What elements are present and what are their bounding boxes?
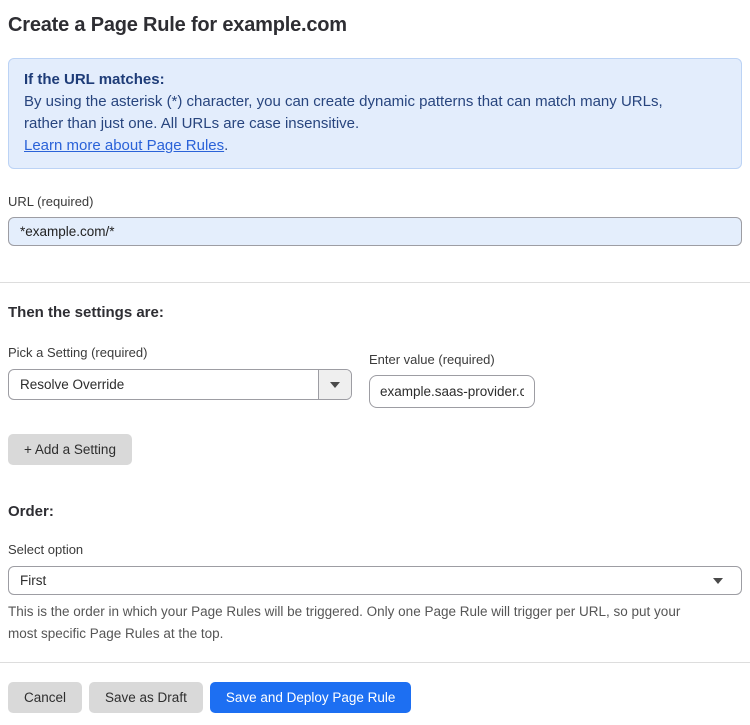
chevron-down-icon (330, 381, 340, 388)
pick-setting-column: Pick a Setting (required) Resolve Overri… (8, 345, 352, 400)
settings-section-heading: Then the settings are: (8, 304, 164, 321)
divider-bottom (0, 662, 750, 663)
order-dropdown[interactable]: First (8, 566, 742, 595)
order-section-heading: Order: (8, 503, 54, 520)
chevron-down-icon (713, 577, 723, 584)
order-help-text: This is the order in which your Page Rul… (8, 601, 742, 645)
order-select-label: Select option (8, 542, 84, 557)
page-title: Create a Page Rule for example.com (8, 14, 347, 36)
order-selected-value: First (20, 573, 47, 588)
divider-top (0, 282, 750, 283)
url-field-label: URL (required) (8, 194, 94, 209)
pick-setting-dropdown[interactable]: Resolve Override (8, 369, 352, 400)
order-help-line2: most specific Page Rules at the top. (8, 626, 224, 641)
setting-row: Pick a Setting (required) Resolve Overri… (8, 345, 742, 408)
info-box-link-line: Learn more about Page Rules. (24, 135, 726, 157)
create-page-rule-form: Create a Page Rule for example.com If th… (0, 13, 750, 725)
cancel-button[interactable]: Cancel (8, 682, 83, 713)
info-box-body-line2: rather than just one. All URLs are case … (24, 115, 360, 132)
info-box-body-line1: By using the asterisk (*) character, you… (24, 93, 663, 110)
setting-value-input[interactable] (369, 375, 535, 408)
pick-setting-label: Pick a Setting (required) (8, 345, 148, 360)
save-and-deploy-button[interactable]: Save and Deploy Page Rule (209, 682, 412, 713)
footer-button-row: Cancel Save as Draft Save and Deploy Pag… (8, 682, 742, 725)
info-box-heading: If the URL matches: (24, 71, 165, 88)
save-as-draft-button[interactable]: Save as Draft (89, 682, 203, 713)
enter-value-column: Enter value (required) (369, 345, 535, 408)
order-help-line1: This is the order in which your Page Rul… (8, 604, 681, 619)
pick-setting-dropdown-button[interactable] (318, 370, 351, 399)
learn-more-link[interactable]: Learn more about Page Rules (24, 137, 224, 154)
url-input[interactable] (8, 217, 742, 246)
enter-value-label: Enter value (required) (369, 352, 495, 367)
add-setting-button[interactable]: + Add a Setting (8, 434, 132, 465)
pick-setting-selected-value: Resolve Override (20, 377, 125, 392)
url-matches-info-box: If the URL matches: By using the asteris… (8, 58, 742, 169)
link-period: . (224, 137, 229, 154)
